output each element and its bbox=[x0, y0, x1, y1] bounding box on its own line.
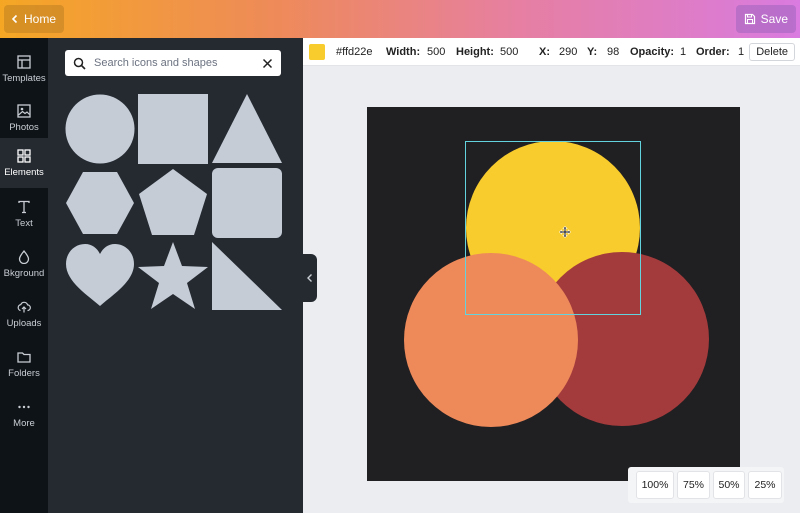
sidebar-item-label: Folders bbox=[8, 367, 40, 379]
save-button[interactable]: Save bbox=[735, 5, 796, 33]
shape-square[interactable] bbox=[138, 94, 208, 164]
folders-icon bbox=[17, 351, 31, 363]
sidebar-item-background[interactable]: Bkground bbox=[0, 241, 48, 287]
sidebar-item-templates[interactable]: Templates bbox=[0, 46, 48, 92]
opacity-label: Opacity: bbox=[630, 46, 675, 58]
zoom-75-button[interactable]: 75% bbox=[677, 471, 710, 499]
color-swatch[interactable] bbox=[309, 44, 325, 60]
shape-pentagon[interactable] bbox=[138, 168, 208, 238]
home-button[interactable]: Home bbox=[4, 5, 65, 33]
color-hex-value[interactable]: #ffd22e bbox=[336, 46, 373, 58]
order-value[interactable]: 1 bbox=[738, 46, 744, 58]
sidebar-item-label: Templates bbox=[2, 72, 46, 84]
height-value[interactable]: 500 bbox=[500, 46, 518, 58]
shape-rounded-square[interactable] bbox=[212, 168, 282, 238]
save-icon bbox=[744, 13, 755, 25]
sidebar-item-text[interactable]: Text bbox=[0, 191, 48, 237]
x-label: X: bbox=[539, 46, 550, 58]
top-bar: Home Save bbox=[0, 0, 800, 38]
shape-right-triangle[interactable] bbox=[212, 242, 282, 312]
x-value[interactable]: 290 bbox=[559, 46, 577, 58]
orange-circle[interactable] bbox=[404, 253, 578, 427]
more-icon bbox=[18, 405, 30, 408]
uploads-icon bbox=[17, 301, 31, 312]
sidebar-rail: Templates Photos Elements Text Bkground … bbox=[0, 38, 48, 513]
home-label: Home bbox=[24, 12, 57, 26]
sidebar-item-folders[interactable]: Folders bbox=[0, 341, 48, 387]
opacity-value[interactable]: 1 bbox=[680, 46, 686, 58]
elements-panel bbox=[48, 38, 303, 513]
search-box bbox=[65, 50, 281, 76]
save-label: Save bbox=[760, 12, 788, 26]
zoom-50-button[interactable]: 50% bbox=[713, 471, 745, 499]
properties-toolbar: #ffd22e Width: 500 Height: 500 X: 290 Y:… bbox=[303, 38, 800, 66]
height-label: Height: bbox=[456, 46, 494, 58]
background-icon bbox=[18, 249, 30, 264]
move-cursor-icon bbox=[559, 226, 571, 238]
zoom-controls: 100% 75% 50% 25% bbox=[628, 467, 784, 503]
shape-heart[interactable] bbox=[65, 242, 135, 312]
delete-button[interactable]: Delete bbox=[749, 43, 795, 61]
templates-icon bbox=[17, 54, 31, 69]
sidebar-item-more[interactable]: More bbox=[0, 391, 48, 437]
y-value[interactable]: 98 bbox=[607, 46, 619, 58]
sidebar-item-label: Elements bbox=[4, 166, 44, 178]
sidebar-item-elements[interactable]: Elements bbox=[0, 138, 48, 188]
width-value[interactable]: 500 bbox=[427, 46, 445, 58]
sidebar-item-uploads[interactable]: Uploads bbox=[0, 291, 48, 337]
zoom-100-button[interactable]: 100% bbox=[636, 471, 674, 499]
sidebar-item-label: Uploads bbox=[6, 317, 42, 329]
photos-icon bbox=[17, 103, 31, 118]
sidebar-item-label: Text bbox=[15, 217, 33, 229]
search-input[interactable] bbox=[94, 57, 254, 69]
sidebar-item-photos[interactable]: Photos bbox=[0, 95, 48, 141]
elements-icon bbox=[17, 148, 31, 163]
shape-hexagon[interactable] bbox=[65, 168, 135, 238]
text-icon bbox=[18, 200, 30, 213]
shape-circle[interactable] bbox=[65, 94, 135, 164]
sidebar-item-label: Bkground bbox=[3, 267, 45, 279]
shape-star[interactable] bbox=[138, 242, 208, 312]
close-icon[interactable] bbox=[262, 58, 273, 69]
search-icon bbox=[73, 57, 86, 70]
shape-triangle[interactable] bbox=[212, 94, 282, 164]
sidebar-item-label: Photos bbox=[9, 121, 39, 133]
chevron-left-icon bbox=[11, 14, 18, 24]
sidebar-item-label: More bbox=[13, 417, 35, 429]
chevron-left-icon bbox=[307, 274, 312, 282]
zoom-25-button[interactable]: 25% bbox=[748, 471, 782, 499]
y-label: Y: bbox=[587, 46, 598, 58]
collapse-panel-button[interactable] bbox=[303, 254, 317, 302]
order-label: Order: bbox=[696, 46, 730, 58]
width-label: Width: bbox=[386, 46, 421, 58]
